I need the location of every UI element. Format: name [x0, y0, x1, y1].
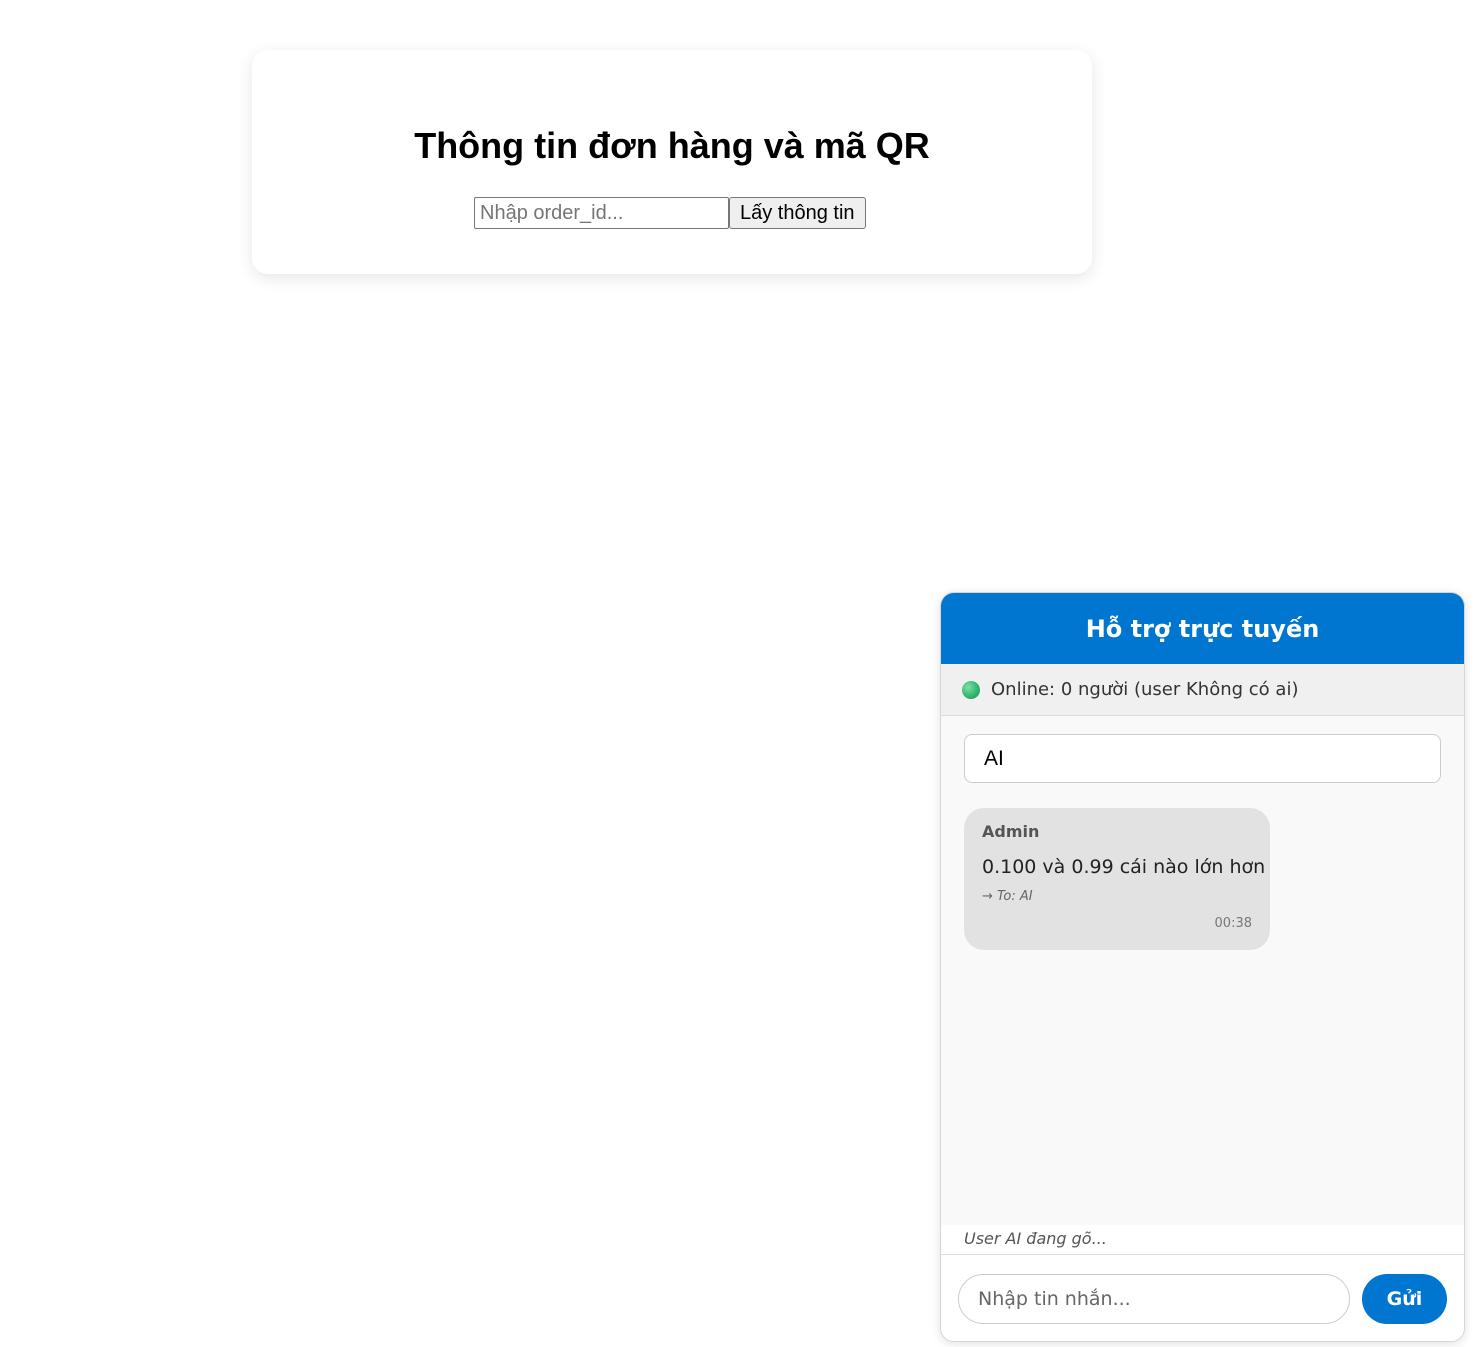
recipient-select[interactable]: AI	[964, 734, 1441, 783]
order-lookup-form: Lấy thông tin	[474, 197, 866, 229]
send-button[interactable]: Gửi	[1362, 1274, 1447, 1324]
get-info-button[interactable]: Lấy thông tin	[729, 197, 866, 229]
message-bubble: Admin 0.100 và 0.99 cái nào lớn hơn → To…	[964, 808, 1270, 950]
message-recipient: → To: AI	[982, 889, 1033, 904]
recipient-selected-value: AI	[984, 746, 1004, 770]
chat-messages-area[interactable]: AI Admin 0.100 và 0.99 cái nào lớn hơn →…	[941, 716, 1464, 1225]
order-id-input[interactable]	[474, 197, 729, 229]
online-status-bar: Online: 0 người (user Không có ai)	[941, 664, 1464, 716]
chat-message-input[interactable]	[958, 1274, 1350, 1324]
support-chat-widget: Hỗ trợ trực tuyến Online: 0 người (user …	[940, 592, 1465, 1342]
online-status-icon	[962, 680, 980, 699]
order-info-card: Thông tin đơn hàng và mã QR Lấy thông ti…	[252, 50, 1092, 274]
chat-input-area: Gửi	[941, 1255, 1464, 1341]
message-sender: Admin	[982, 822, 1040, 841]
typing-indicator: User AI đang gõ...	[941, 1225, 1464, 1255]
page-title: Thông tin đơn hàng và mã QR	[414, 125, 930, 166]
chat-header: Hỗ trợ trực tuyến	[941, 593, 1464, 664]
message-timestamp: 00:38	[1214, 916, 1252, 931]
online-status-text: Online: 0 người (user Không có ai)	[991, 679, 1299, 700]
message-text: 0.100 và 0.99 cái nào lớn hơn	[982, 856, 1266, 878]
chat-header-title: Hỗ trợ trực tuyến	[1085, 614, 1320, 643]
